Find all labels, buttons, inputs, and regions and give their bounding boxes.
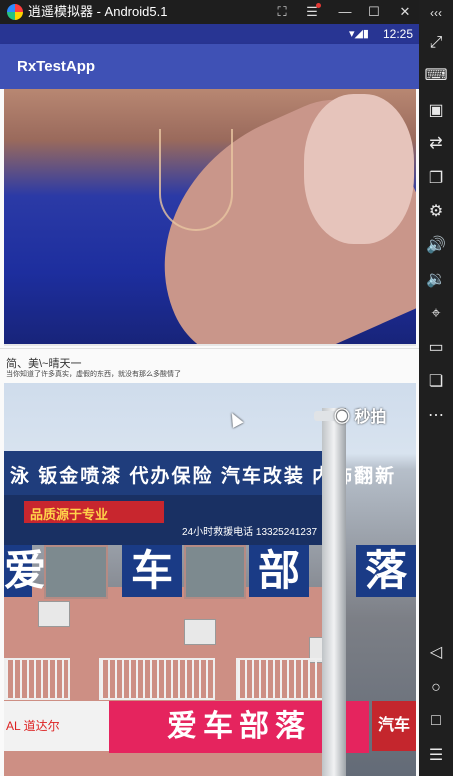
window-grille (4, 658, 70, 700)
keyboard-icon[interactable]: ⌨ (423, 63, 449, 89)
window (44, 545, 108, 599)
feed-image-2[interactable]: 泳 钣金喷漆 代办保险 汽车改装 内饰翻新 品质源于专业 24小时救援电话 13… (4, 383, 416, 776)
collapse-icon[interactable]: ‹‹‹ (423, 0, 449, 26)
window (184, 545, 246, 599)
status-time: 12:25 (382, 27, 413, 41)
recents-icon[interactable]: □ (423, 708, 449, 734)
app-toolbar: RxTestApp (0, 44, 419, 89)
emulator-sidebar: ‹‹‹ ⤢ ⌨ ▣ ⇄ ❐ ⚙ 🔊 🔉 ⌖ ▭ ❏ ⋯ ◁ ○ □ ☰ (419, 0, 453, 776)
volume-up-icon[interactable]: 🔊 (423, 233, 449, 259)
maximize-icon[interactable]: ☐ (363, 2, 385, 22)
status-icons: ▾◢▮ (348, 28, 369, 40)
mouse-cursor-icon (226, 410, 244, 428)
notification-dot (316, 3, 321, 8)
photo-shape (159, 129, 233, 231)
big-sign-char: 落 (356, 545, 416, 597)
feed-image-1[interactable] (4, 89, 416, 346)
back-icon[interactable]: ◁ (423, 640, 449, 666)
ac-unit (38, 601, 70, 627)
window-grille (99, 658, 215, 700)
big-sign-char: 爱 (4, 545, 46, 597)
folder-icon[interactable]: ▭ (423, 335, 449, 361)
emulator-logo-icon (7, 4, 23, 20)
card-title: 简、美\~晴天一 (6, 358, 82, 370)
menu-icon[interactable]: ☰ (301, 2, 323, 22)
big-sign-char: 部 (249, 545, 309, 597)
shop-sign: AL 道达尔 (4, 701, 109, 751)
minimize-icon[interactable]: — (334, 2, 356, 22)
window-title: 逍遥模拟器 - Android5.1 (28, 4, 168, 19)
photo-shape (304, 94, 414, 244)
window-titlebar: 逍遥模拟器 - Android5.1 ⛶ ☰ — ☐ ✕ (0, 0, 419, 24)
street-pole (322, 408, 346, 776)
shop-sign: 品质源于专业 24小时救援电话 13325241237 (4, 495, 334, 545)
settings-icon[interactable]: ⚙ (423, 199, 449, 225)
multi-window-icon[interactable]: ❐ (423, 166, 449, 192)
sync-icon[interactable]: ⇄ (423, 131, 449, 157)
location-icon[interactable]: ⌖ (423, 301, 449, 327)
resize-icon[interactable]: ⤢ (423, 30, 449, 56)
video-watermark: ◉ 秒拍 (334, 409, 387, 426)
card-description: 当你知道了许多真实，虚假的东西，就没有那么多酸情了 (6, 371, 181, 378)
android-screen: ▾◢▮ 12:25 RxTestApp 简、美\~晴天一 当你知道了许多真实，虚… (0, 24, 419, 776)
phone-number: 24小时救援电话 13325241237 (182, 527, 318, 538)
shop-sign: 泳 钣金喷漆 代办保险 汽车改装 内饰翻新 (4, 451, 394, 495)
volume-down-icon[interactable]: 🔉 (423, 267, 449, 293)
divider (0, 348, 419, 349)
close-icon[interactable]: ✕ (394, 2, 416, 22)
copy-icon[interactable]: ❏ (423, 369, 449, 395)
red-banner: 品质源于专业 (24, 501, 164, 523)
big-sign-char: 车 (122, 545, 182, 597)
shop-sign: 汽车 (372, 701, 416, 751)
red-banner-text: 品质源于专业 (30, 507, 109, 522)
fullscreen-icon[interactable]: ⛶ (271, 2, 293, 22)
apk-install-icon[interactable]: ▣ (423, 98, 449, 124)
ac-unit (184, 619, 216, 645)
feed-list[interactable]: 简、美\~晴天一 当你知道了许多真实，虚假的东西，就没有那么多酸情了 泳 钣金喷… (0, 89, 419, 776)
more-icon[interactable]: ⋯ (423, 403, 449, 429)
list-icon[interactable]: ☰ (423, 743, 449, 769)
home-icon[interactable]: ○ (423, 675, 449, 701)
status-bar: ▾◢▮ 12:25 (0, 24, 419, 44)
app-title: RxTestApp (17, 58, 96, 75)
